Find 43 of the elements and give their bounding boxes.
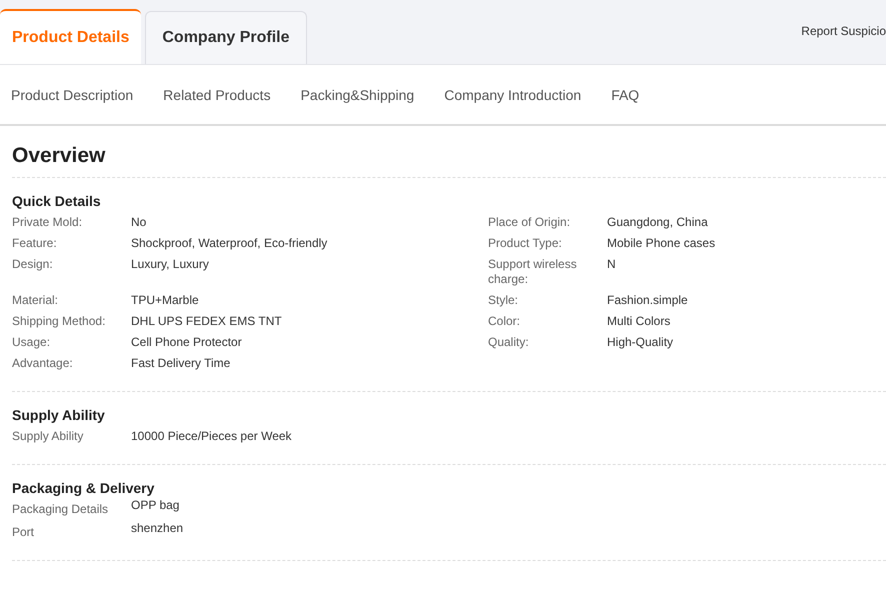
detail-value: 10000 Piece/Pieces per Week	[131, 429, 293, 444]
detail-label: Supply Ability	[12, 429, 84, 444]
detail-value: Multi Colors	[607, 314, 672, 329]
detail-label: Private Mold:	[12, 215, 84, 230]
detail-value: Shockproof, Waterproof, Eco-friendly	[131, 236, 328, 251]
detail-value: TPU+Marble	[131, 293, 200, 308]
detail-label: Feature:	[12, 236, 58, 251]
detail-label: Place of Origin:	[488, 215, 572, 230]
subsection-title: Supply Ability	[12, 407, 106, 423]
nav-link[interactable]: Packing&Shipping	[300, 86, 414, 102]
section-title: Overview	[12, 144, 886, 178]
detail-label: Material:	[12, 293, 60, 308]
detail-label: Shipping Method:	[12, 314, 106, 329]
detail-value: shenzhen	[131, 521, 184, 537]
detail-value: Luxury, Luxury	[131, 257, 210, 273]
detail-value: High-Quality	[607, 335, 674, 350]
nav-link[interactable]: Product Description	[11, 86, 134, 102]
detail-label: Design:	[12, 257, 54, 273]
detail-value: Cell Phone Protector	[131, 335, 243, 350]
detail-value: N	[607, 257, 617, 273]
tab[interactable]: Company Profile	[145, 11, 306, 64]
subsection-title: Quick Details	[12, 193, 102, 209]
detail-value: No	[131, 215, 148, 230]
detail-value: Fast Delivery Time	[131, 356, 232, 371]
detail-label: Advantage:	[12, 356, 74, 371]
detail-value: Mobile Phone cases	[607, 236, 716, 251]
detail-label: Port	[12, 525, 36, 540]
detail-label: Usage:	[12, 335, 52, 350]
detail-value: Guangdong, China	[607, 215, 709, 230]
detail-value: Fashion.simple	[607, 293, 689, 308]
detail-label: Support wireless charge:	[488, 257, 578, 287]
report-link[interactable]: Report Suspicio	[801, 24, 886, 38]
detail-label: Product Type:	[488, 236, 563, 251]
nav-link[interactable]: FAQ	[611, 86, 640, 102]
subsection-title: Packaging & Delivery	[12, 480, 156, 496]
detail-label: Style:	[488, 293, 520, 308]
detail-value: OPP bag	[131, 498, 180, 514]
detail-label: Packaging Details	[12, 502, 110, 517]
detail-label: Color:	[488, 314, 522, 329]
nav-link[interactable]: Related Products	[163, 86, 271, 102]
detail-label: Quality:	[488, 335, 530, 350]
nav-link[interactable]: Company Introduction	[444, 86, 582, 102]
detail-value: DHL UPS FEDEX EMS TNT	[131, 314, 283, 329]
